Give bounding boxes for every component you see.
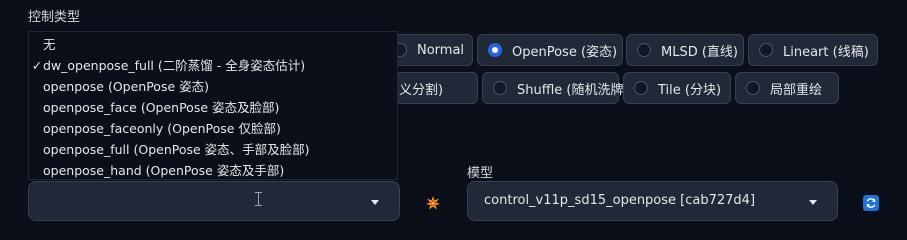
radio-label: MLSD (直线) [661, 44, 738, 60]
menu-option-dw-openpose-full[interactable]: ✓ dw_openpose_full (二阶蒸馏 - 全身姿态估计) [29, 55, 397, 76]
control-type-title: 控制类型 [28, 10, 81, 25]
text-cursor-icon [255, 192, 262, 206]
radio-lineart[interactable]: Lineart (线稿) [748, 34, 878, 66]
option-label: 无 [43, 37, 56, 52]
controlnet-panel: 控制类型 Normal OpenPose (姿态) MLSD (直线) Line… [0, 0, 907, 236]
model-select[interactable]: control_v11p_sd15_openpose [cab727d4] [467, 181, 838, 221]
checkmark-icon: ✓ [31, 58, 43, 73]
menu-option-openpose-face[interactable]: openpose_face (OpenPose 姿态及脸部) [29, 97, 397, 118]
refresh-button[interactable] [863, 195, 879, 211]
preprocessor-dropdown-menu: 无 ✓ dw_openpose_full (二阶蒸馏 - 全身姿态估计) ope… [28, 31, 398, 180]
chevron-down-icon [371, 200, 379, 205]
radio-shuffle[interactable]: Shuffle (随机洗牌) [482, 72, 629, 104]
model-label: 模型 [467, 166, 494, 181]
radio-label: 局部重绘 [770, 82, 823, 98]
radio-label: Lineart (线稿) [783, 44, 869, 60]
radio-label: OpenPose (姿态) [512, 44, 618, 60]
radio-indicator [637, 43, 651, 57]
radio-inpaint[interactable]: 局部重绘 [735, 72, 839, 104]
radio-indicator [493, 81, 507, 95]
radio-label: Normal [417, 42, 465, 58]
menu-option-none[interactable]: 无 [29, 34, 397, 55]
explosion-icon[interactable] [426, 196, 440, 210]
option-label: dw_openpose_full (二阶蒸馏 - 全身姿态估计) [43, 58, 306, 73]
option-label: openpose_face (OpenPose 姿态及脸部) [43, 100, 280, 115]
menu-option-openpose-full[interactable]: openpose_full (OpenPose 姿态、手部及脸部) [29, 139, 397, 160]
radio-label: 义分割) [399, 82, 444, 98]
preprocessor-select[interactable] [28, 181, 400, 221]
radio-indicator [746, 81, 760, 95]
model-value: control_v11p_sd15_openpose [cab727d4] [484, 193, 756, 208]
radio-indicator-checked [488, 43, 502, 57]
option-label: openpose (OpenPose 姿态) [43, 79, 210, 94]
option-label: openpose_full (OpenPose 姿态、手部及脸部) [43, 142, 310, 157]
radio-label: Tile (分块) [658, 82, 722, 98]
option-label: openpose_hand (OpenPose 姿态及手部) [43, 163, 285, 178]
radio-label: Shuffle (随机洗牌) [517, 82, 629, 98]
menu-option-openpose-hand[interactable]: openpose_hand (OpenPose 姿态及手部) [29, 160, 397, 181]
radio-indicator [759, 43, 773, 57]
radio-tile[interactable]: Tile (分块) [623, 72, 731, 104]
radio-indicator [634, 81, 648, 95]
menu-option-openpose-faceonly[interactable]: openpose_faceonly (OpenPose 仅脸部) [29, 118, 397, 139]
radio-mlsd[interactable]: MLSD (直线) [626, 34, 744, 66]
radio-openpose[interactable]: OpenPose (姿态) [477, 34, 623, 66]
option-label: openpose_faceonly (OpenPose 仅脸部) [43, 121, 281, 136]
menu-option-openpose[interactable]: openpose (OpenPose 姿态) [29, 76, 397, 97]
refresh-icon [866, 198, 876, 208]
chevron-down-icon [809, 200, 817, 205]
